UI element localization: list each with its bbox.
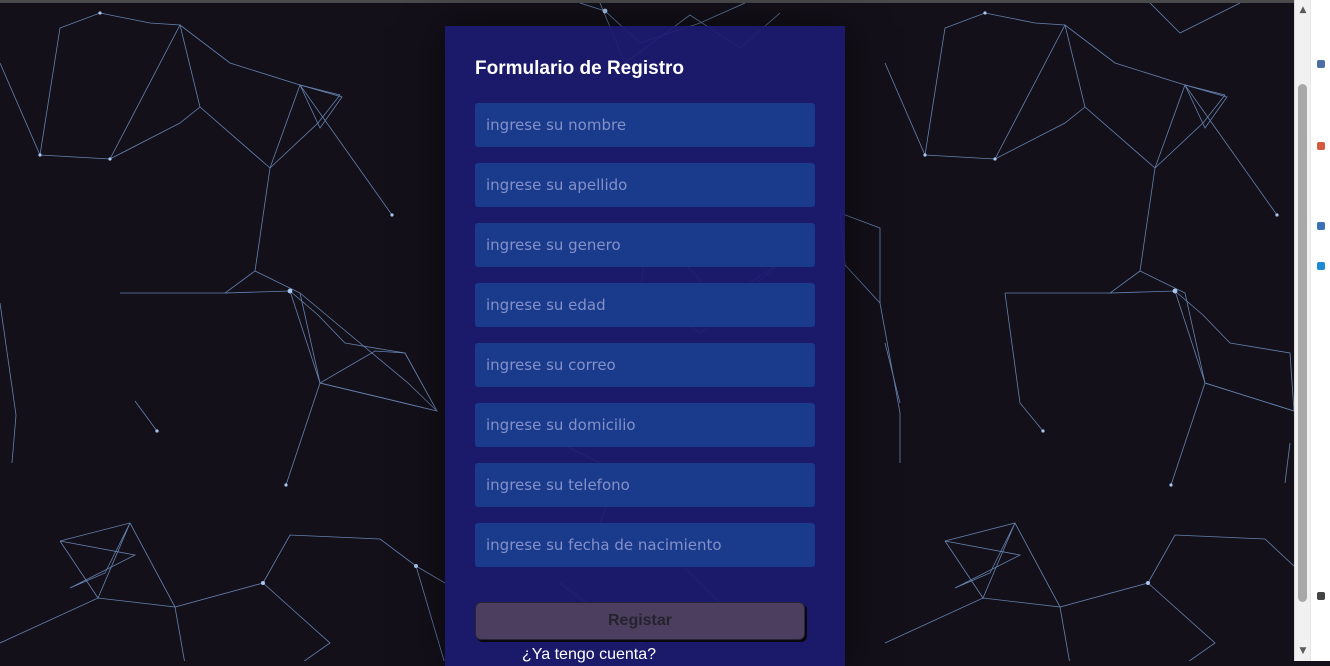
telefono-input[interactable] (475, 463, 815, 507)
scroll-up-arrow-icon[interactable]: ▲ (1295, 2, 1311, 18)
side-panel-icon[interactable] (1317, 60, 1325, 68)
vertical-scrollbar[interactable]: ▲ ▼ (1294, 0, 1310, 661)
correo-input[interactable] (475, 343, 815, 387)
side-panel-icon[interactable] (1317, 262, 1325, 270)
side-panel-icon[interactable] (1317, 142, 1325, 150)
form-title: Formulario de Registro (475, 58, 685, 79)
scroll-down-arrow-icon[interactable]: ▼ (1295, 643, 1311, 659)
side-panel-icon[interactable] (1317, 592, 1325, 600)
fecha-nacimiento-input[interactable] (475, 523, 815, 567)
edad-input[interactable] (475, 283, 815, 327)
apellido-input[interactable] (475, 163, 815, 207)
genero-input[interactable] (475, 223, 815, 267)
register-button[interactable]: Registar (475, 602, 805, 640)
side-panel-icon[interactable] (1317, 222, 1325, 230)
login-link[interactable]: ¿Ya tengo cuenta? (522, 646, 656, 664)
domicilio-input[interactable] (475, 403, 815, 447)
side-panel-strip (1310, 0, 1330, 661)
scroll-thumb[interactable] (1298, 84, 1307, 602)
registration-form: Formulario de Registro Registar ¿Ya teng… (445, 26, 845, 666)
nombre-input[interactable] (475, 103, 815, 147)
